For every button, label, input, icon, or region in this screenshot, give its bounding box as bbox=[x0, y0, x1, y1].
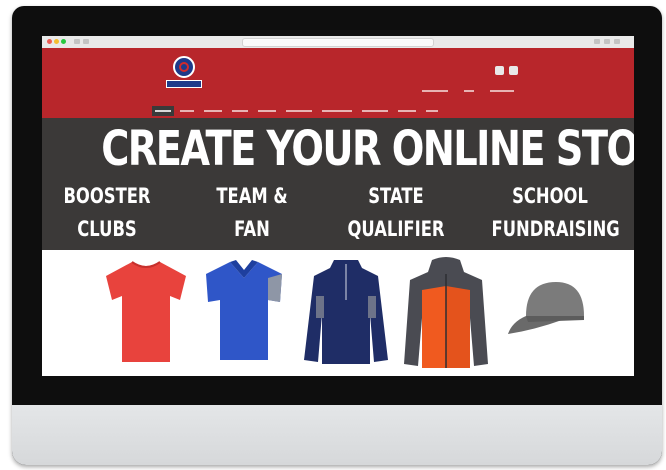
nav-item[interactable] bbox=[180, 110, 194, 112]
nav-item[interactable] bbox=[286, 110, 312, 112]
red-tshirt-icon[interactable] bbox=[102, 256, 190, 368]
header-link-account[interactable] bbox=[422, 90, 448, 92]
close-window-icon[interactable] bbox=[47, 39, 52, 44]
category-booster-clubs[interactable]: BOOSTER CLUBS bbox=[49, 180, 166, 246]
category-line: FAN bbox=[234, 217, 270, 241]
category-school-fundraising[interactable]: SCHOOL FUNDRAISING bbox=[491, 180, 620, 246]
website-screen: CREATE YOUR ONLINE STORE BOOSTER CLUBS T… bbox=[42, 36, 634, 376]
logo-emblem-icon bbox=[173, 56, 195, 78]
blue-polo-icon[interactable] bbox=[202, 256, 286, 368]
category-line: FUNDRAISING bbox=[491, 217, 620, 241]
header-link-checkout[interactable] bbox=[490, 90, 514, 92]
nav-item[interactable] bbox=[232, 110, 248, 112]
nav-item[interactable] bbox=[204, 110, 222, 112]
gray-cap-icon[interactable] bbox=[504, 270, 594, 350]
logo-wordmark-bar bbox=[166, 80, 202, 88]
nav-item-home[interactable] bbox=[155, 110, 171, 112]
category-line: QUALIFIER bbox=[347, 217, 445, 241]
hero-banner: CREATE YOUR ONLINE STORE BOOSTER CLUBS T… bbox=[42, 118, 634, 250]
site-logo[interactable] bbox=[166, 56, 202, 89]
nav-item[interactable] bbox=[258, 110, 276, 112]
category-line: BOOSTER bbox=[63, 184, 151, 208]
product-strip bbox=[42, 250, 634, 376]
category-line: CLUBS bbox=[77, 217, 137, 241]
back-icon[interactable] bbox=[74, 39, 80, 44]
share-icon[interactable] bbox=[594, 39, 600, 44]
nav-item[interactable] bbox=[398, 110, 416, 112]
hero-headline: CREATE YOUR ONLINE STORE bbox=[101, 121, 634, 177]
monitor-chin bbox=[12, 405, 662, 465]
forward-icon[interactable] bbox=[83, 39, 89, 44]
navy-quarter-zip-icon[interactable] bbox=[300, 256, 392, 372]
main-navigation bbox=[42, 104, 634, 118]
header-link-cart[interactable] bbox=[464, 90, 474, 92]
category-line: TEAM & bbox=[216, 184, 288, 208]
menu-icon[interactable] bbox=[614, 39, 620, 44]
nav-item[interactable] bbox=[426, 110, 438, 112]
address-bar[interactable] bbox=[242, 38, 434, 47]
category-line: STATE bbox=[368, 184, 424, 208]
nav-item[interactable] bbox=[362, 110, 388, 112]
social-icon[interactable] bbox=[495, 66, 504, 75]
minimize-window-icon[interactable] bbox=[54, 39, 59, 44]
category-team-fan[interactable]: TEAM & FAN bbox=[194, 180, 311, 246]
social-icon[interactable] bbox=[509, 66, 518, 75]
maximize-window-icon[interactable] bbox=[61, 39, 66, 44]
orange-hooded-jacket-icon[interactable] bbox=[402, 256, 490, 374]
tabs-icon[interactable] bbox=[604, 39, 610, 44]
site-header bbox=[42, 48, 634, 104]
imac-monitor: CREATE YOUR ONLINE STORE BOOSTER CLUBS T… bbox=[12, 6, 662, 465]
category-line: SCHOOL bbox=[512, 184, 588, 208]
nav-item[interactable] bbox=[322, 110, 352, 112]
category-state-qualifier[interactable]: STATE QUALIFIER bbox=[338, 180, 455, 246]
